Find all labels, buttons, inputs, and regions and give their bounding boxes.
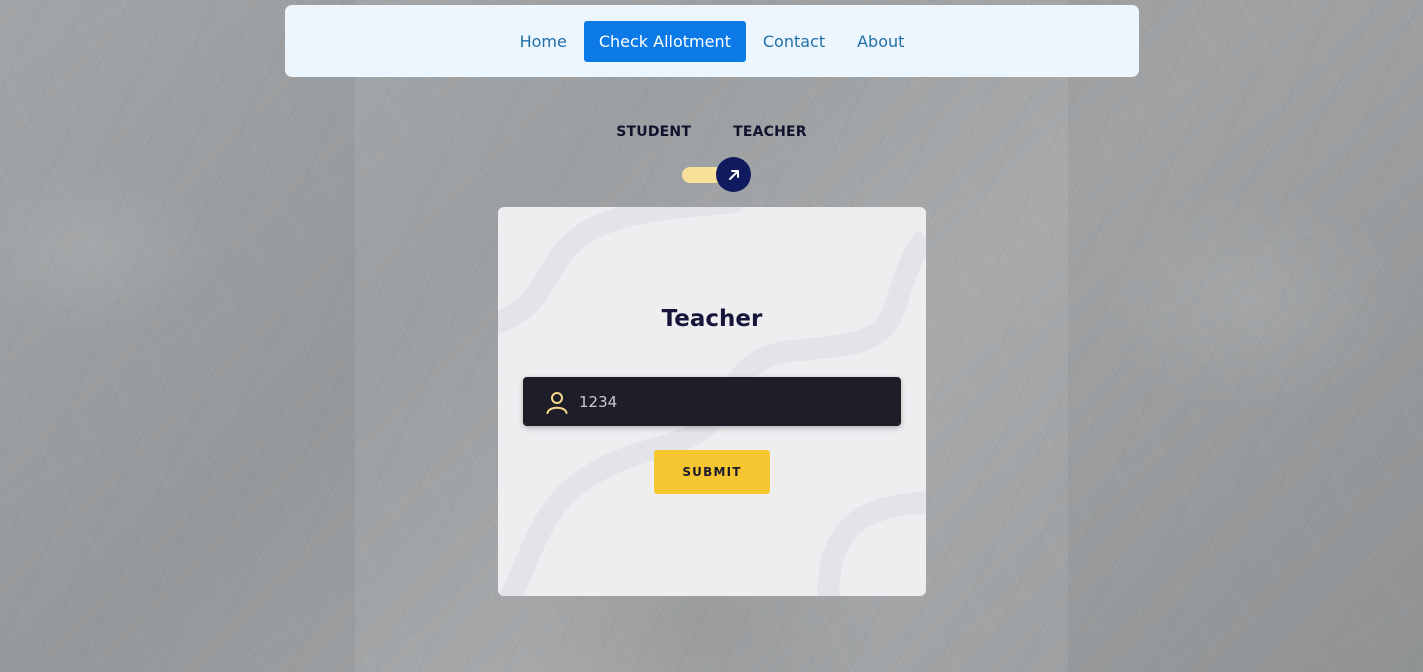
user-icon [545, 389, 571, 415]
login-card: Teacher SUBMIT [498, 207, 926, 596]
toggle-knob[interactable] [716, 157, 751, 192]
nav-contact[interactable]: Contact [748, 22, 840, 61]
teacher-id-input-wrapper [523, 377, 901, 426]
background-panel-left [0, 0, 355, 672]
role-labels: STUDENT TEACHER [0, 124, 1423, 140]
background-panel-right [1068, 0, 1423, 672]
role-student-label[interactable]: STUDENT [616, 124, 691, 140]
nav-check-allotment[interactable]: Check Allotment [583, 20, 746, 62]
navbar: Home Check Allotment Contact About [285, 5, 1139, 77]
nav-home[interactable]: Home [505, 22, 582, 61]
submit-button[interactable]: SUBMIT [654, 450, 770, 494]
role-toggle-switch[interactable] [682, 157, 752, 193]
card-title: Teacher [661, 306, 763, 332]
nav-about[interactable]: About [842, 22, 919, 61]
teacher-id-input[interactable] [579, 392, 879, 411]
role-teacher-label[interactable]: TEACHER [733, 124, 807, 140]
arrow-up-right-icon [728, 169, 739, 180]
